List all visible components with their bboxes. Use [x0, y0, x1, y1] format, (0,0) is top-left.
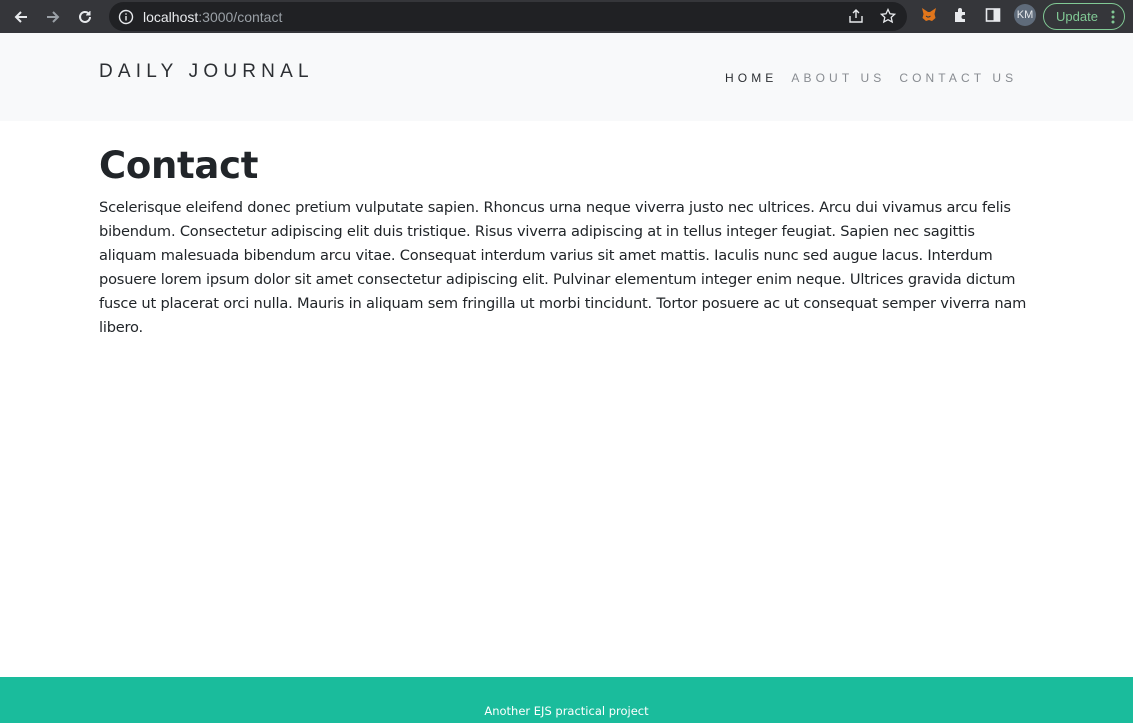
nav-home-link[interactable]: HOME	[725, 71, 777, 85]
extensions-icon[interactable]	[950, 4, 972, 26]
update-button[interactable]: Update	[1043, 3, 1125, 30]
site-brand[interactable]: DAILY JOURNAL	[99, 61, 314, 83]
info-icon[interactable]	[118, 9, 134, 25]
page-body-text: Scelerisque eleifend donec pretium vulpu…	[99, 199, 1027, 336]
main-content: Contact Scelerisque eleifend donec preti…	[99, 142, 1034, 340]
reload-icon[interactable]	[73, 5, 97, 29]
update-label: Update	[1056, 9, 1098, 24]
back-icon[interactable]	[9, 5, 33, 29]
site-footer: Another EJS practical project	[0, 677, 1133, 723]
browser-toolbar: localhost:3000/contact KM Update	[0, 0, 1133, 33]
nav-about-link[interactable]: ABOUT US	[791, 71, 885, 85]
footer-text: Another EJS practical project	[484, 704, 649, 718]
address-bar[interactable]: localhost:3000/contact	[109, 2, 907, 31]
forward-icon[interactable]	[41, 5, 65, 29]
star-icon[interactable]	[879, 7, 897, 25]
site-header: DAILY JOURNAL HOME ABOUT US CONTACT US	[0, 33, 1133, 121]
share-icon[interactable]	[847, 7, 865, 25]
site-nav: HOME ABOUT US CONTACT US	[725, 71, 1031, 85]
menu-dots-icon[interactable]	[1111, 9, 1115, 28]
url-text: localhost:3000/contact	[143, 8, 283, 25]
metamask-icon[interactable]	[918, 4, 940, 26]
nav-contact-link[interactable]: CONTACT US	[899, 71, 1017, 85]
profile-avatar[interactable]: KM	[1014, 4, 1036, 26]
page-title: Contact	[99, 144, 259, 187]
sidepanel-icon[interactable]	[982, 4, 1004, 26]
